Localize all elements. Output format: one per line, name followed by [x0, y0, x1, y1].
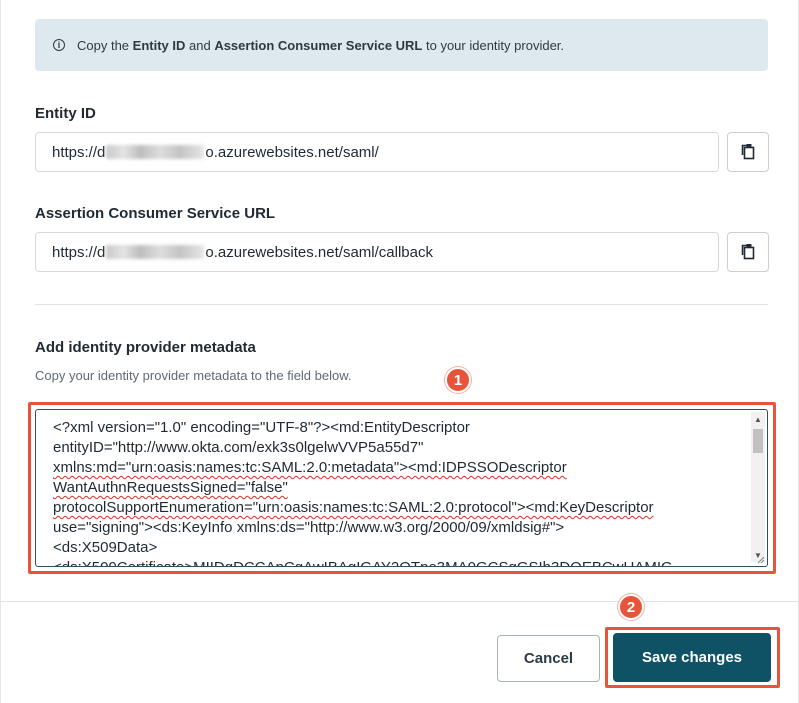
banner-text: Copy the Entity ID and Assertion Consume… [77, 37, 565, 53]
metadata-textarea[interactable]: <?xml version="1.0" encoding="UTF-8"?><m… [35, 409, 768, 567]
cancel-button[interactable]: Cancel [497, 635, 600, 682]
copy-icon [741, 244, 755, 260]
textarea-scrollbar[interactable]: ▲ ▼ [751, 412, 765, 562]
metadata-helper-text: Copy your identity provider metadata to … [35, 368, 352, 383]
acs-url-value-suffix: o.azurewebsites.net/saml/callback [205, 243, 433, 261]
acs-url-label: Assertion Consumer Service URL [35, 205, 276, 222]
callout-badge-1: 1 [445, 367, 471, 393]
copy-acs-url-button[interactable] [727, 232, 769, 272]
entity-id-field[interactable]: https://d o.azurewebsites.net/saml/ [35, 132, 719, 172]
acs-url-field[interactable]: https://d o.azurewebsites.net/saml/callba… [35, 232, 719, 272]
entity-id-value-suffix: o.azurewebsites.net/saml/ [205, 143, 379, 161]
info-icon: i [53, 39, 65, 51]
copy-entity-id-button[interactable] [727, 132, 769, 172]
scroll-thumb[interactable] [753, 429, 763, 453]
acs-url-value-prefix: https://d [52, 243, 106, 261]
metadata-line: <ds:X509Certificate>MIIDqDCCApCgAwIBAgIG… [53, 558, 743, 566]
entity-id-value-prefix: https://d [52, 143, 106, 161]
metadata-line: entityID="http://www.okta.com/exk3s0lgel… [53, 439, 424, 456]
entity-id-label: Entity ID [35, 105, 96, 122]
save-changes-button[interactable]: Save changes [613, 633, 771, 682]
metadata-line: use="signing"><ds:KeyInfo xmlns:ds="http… [53, 519, 565, 536]
footer-divider [1, 601, 799, 602]
redacted-text [106, 145, 205, 159]
metadata-line: protocolSupportEnumeration="urn:oasis:na… [53, 499, 654, 516]
metadata-line: <?xml version="1.0" encoding="UTF-8"?><m… [53, 419, 470, 436]
section-divider [35, 304, 768, 305]
metadata-content: <?xml version="1.0" encoding="UTF-8"?><m… [53, 418, 743, 566]
redacted-text [106, 245, 205, 259]
metadata-line: <ds:X509Data> [53, 539, 158, 556]
callout-badge-2: 2 [618, 594, 644, 620]
copy-icon [741, 144, 755, 160]
resize-grip-icon[interactable] [755, 554, 765, 564]
scroll-up-arrow-icon[interactable]: ▲ [751, 412, 765, 426]
info-banner: i Copy the Entity ID and Assertion Consu… [35, 19, 768, 71]
metadata-line: WantAuthnRequestsSigned="false" [53, 479, 288, 496]
metadata-line: xmlns:md="urn:oasis:names:tc:SAML:2.0:me… [53, 459, 567, 476]
metadata-label: Add identity provider metadata [35, 339, 256, 356]
saml-settings-panel: i Copy the Entity ID and Assertion Consu… [0, 0, 799, 703]
